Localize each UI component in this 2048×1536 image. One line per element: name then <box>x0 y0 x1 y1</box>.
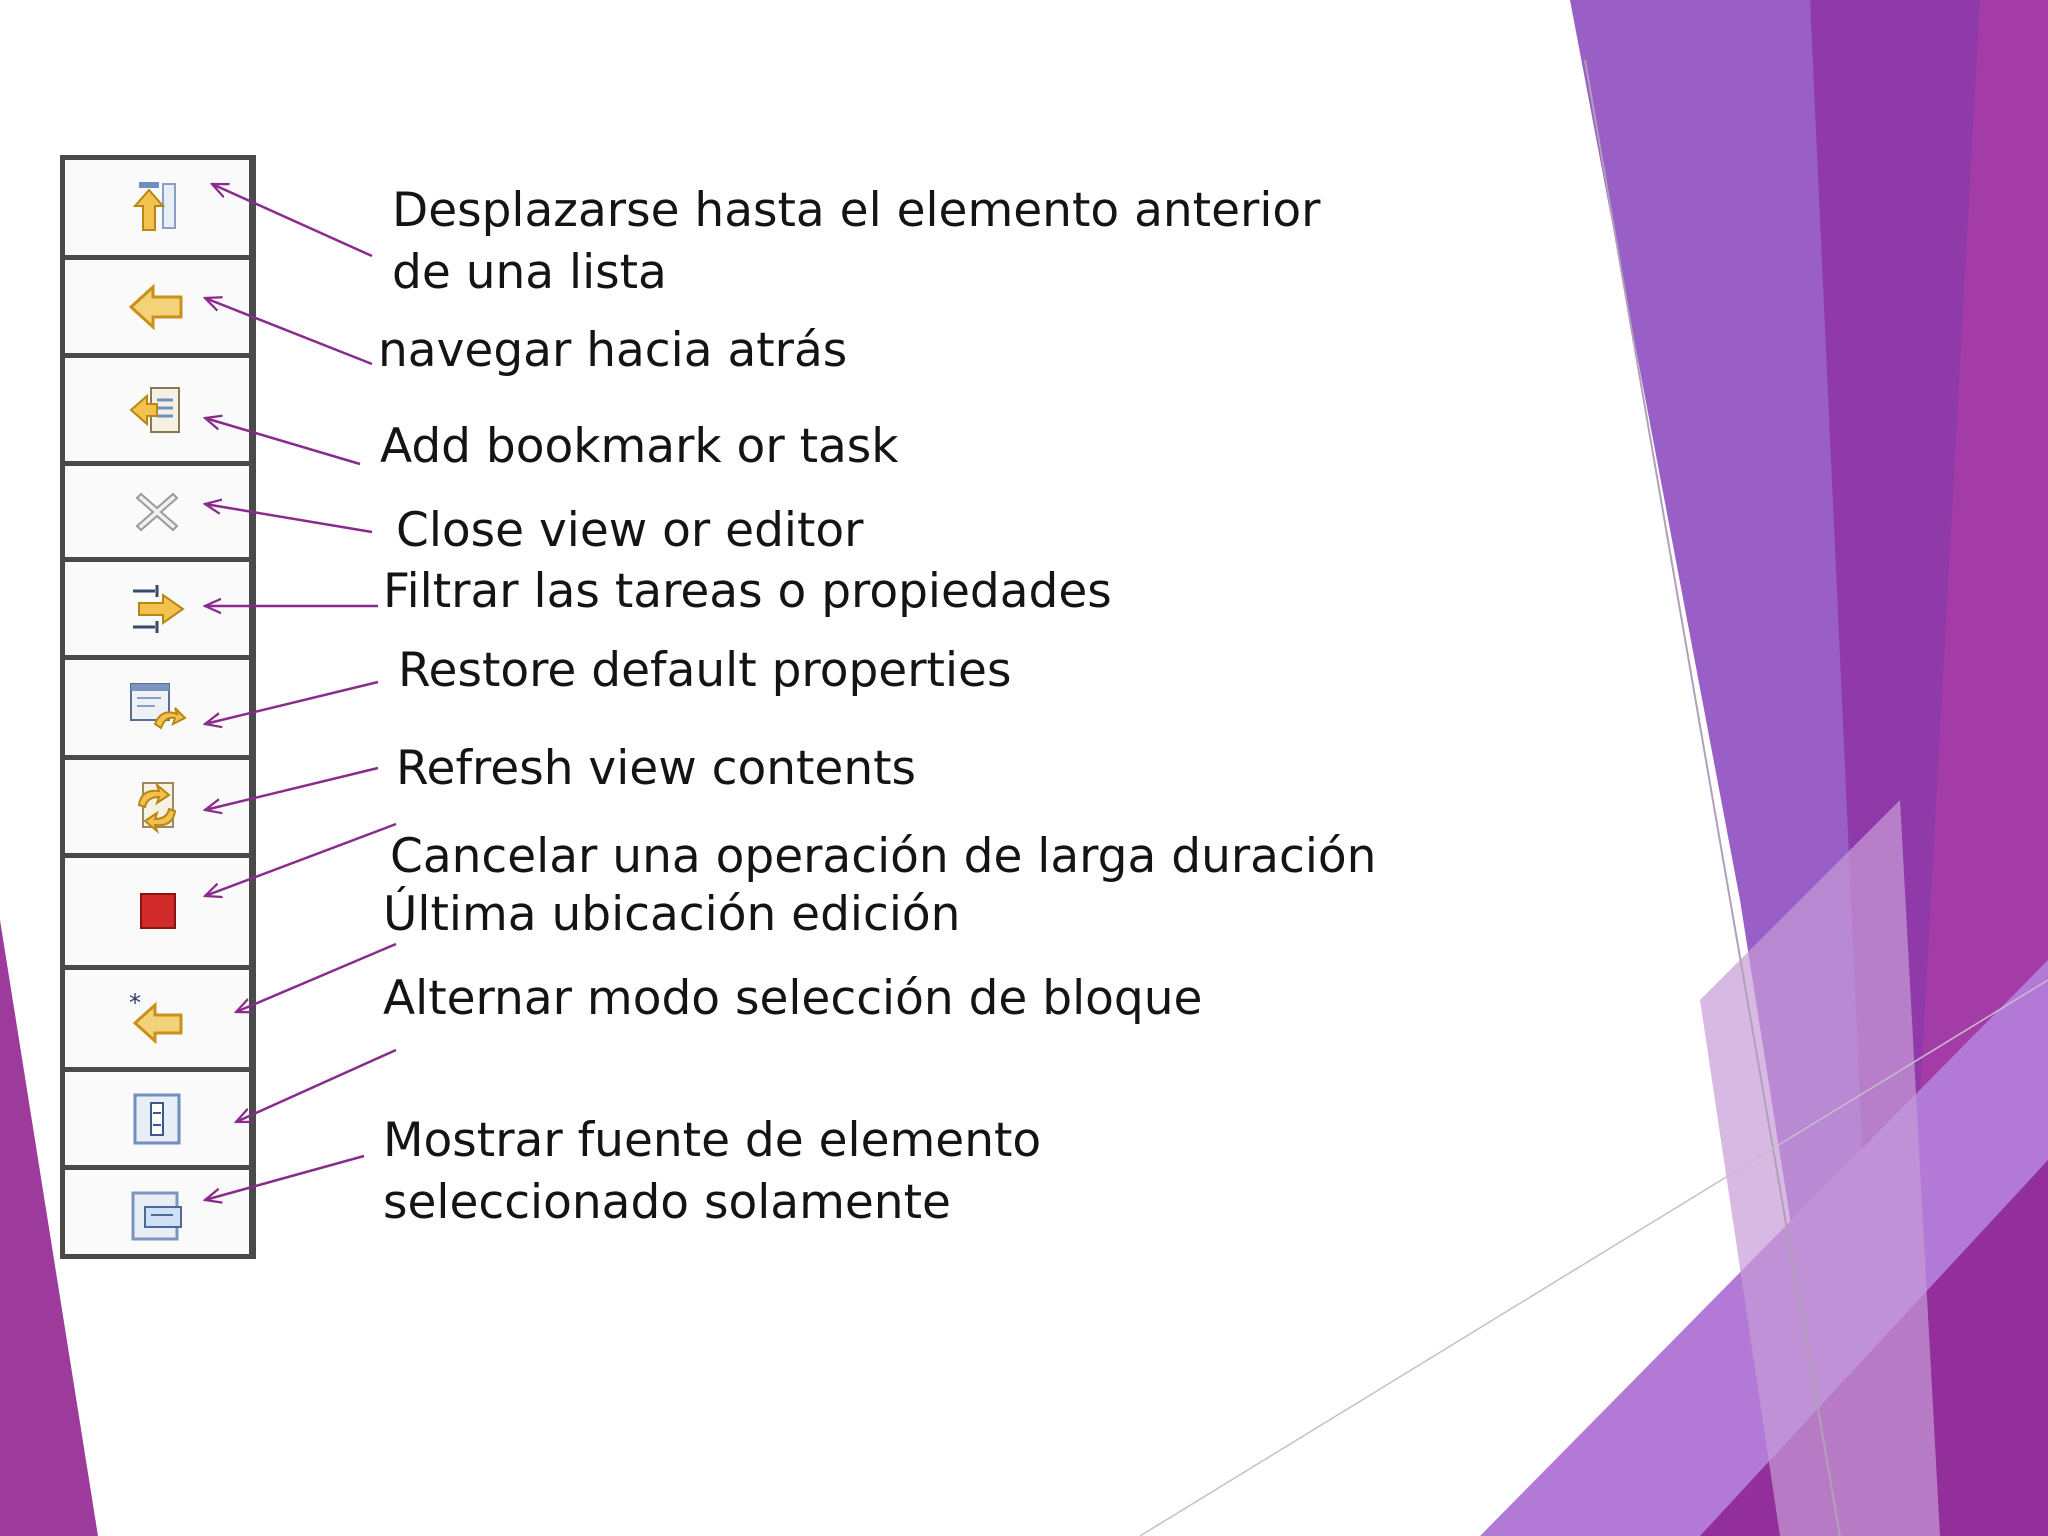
label-last-edit-location: Última ubicación edición <box>383 887 961 942</box>
label-add-bookmark: Add bookmark or task <box>380 419 899 474</box>
arrow-6 <box>205 680 379 724</box>
label-back: navegar hacia atrás <box>378 323 848 378</box>
arrow-1 <box>212 182 373 258</box>
label-show-source: Mostrar fuente de elemento seleccionado … <box>383 1113 1042 1230</box>
label-close-view: Close view or editor <box>396 503 864 558</box>
label-block-selection: Alternar modo selección de bloque <box>383 971 1203 1026</box>
arrow-4 <box>205 504 373 534</box>
arrow-11 <box>205 1154 365 1200</box>
arrow-3 <box>205 418 361 466</box>
label-restore-defaults: Restore default properties <box>398 643 1012 698</box>
label-stop: Cancelar una operación de larga duración <box>390 829 1377 884</box>
label-scroll-up-previous: Desplazarse hasta el elemento anterior d… <box>392 183 1321 300</box>
arrow-9 <box>236 942 397 1012</box>
arrow-10 <box>236 1048 397 1124</box>
arrow-8 <box>205 822 397 896</box>
arrow-7 <box>205 766 379 810</box>
label-filter: Filtrar las tareas o propiedades <box>383 564 1112 619</box>
label-refresh: Refresh view contents <box>396 741 917 796</box>
arrow-2 <box>205 298 373 366</box>
